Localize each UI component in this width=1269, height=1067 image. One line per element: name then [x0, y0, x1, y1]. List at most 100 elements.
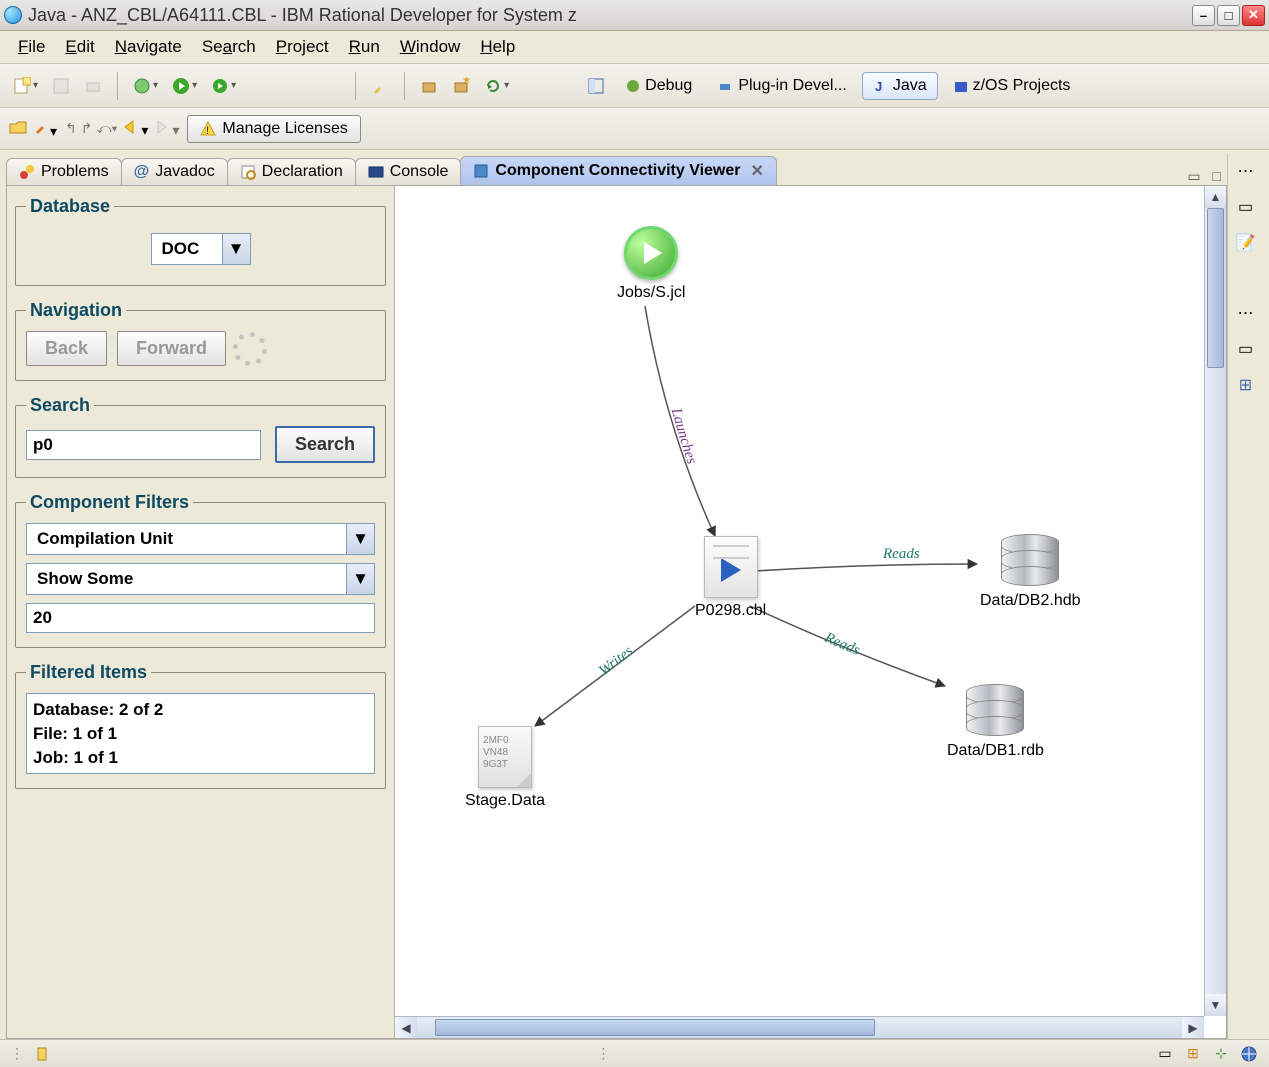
debug-button[interactable]: ▾ — [128, 73, 163, 99]
node-job[interactable]: Jobs/S.jcl — [617, 226, 685, 302]
java-icon: J — [873, 78, 889, 94]
paintbrush-icon[interactable]: ▾ — [32, 118, 57, 140]
database-combo[interactable]: DOC ▼ — [151, 233, 251, 265]
tab-component-viewer[interactable]: Component Connectivity Viewer ✕ — [460, 156, 776, 185]
menu-navigate[interactable]: Navigate — [107, 35, 190, 59]
tab-javadoc[interactable]: @ Javadoc — [121, 158, 228, 185]
search-input[interactable] — [26, 430, 261, 460]
search-legend: Search — [26, 395, 94, 416]
restore-icon[interactable]: ⋯ — [1235, 302, 1257, 324]
svg-text:!: ! — [206, 125, 209, 137]
svg-text:Writes: Writes — [596, 643, 636, 679]
filter-count-input[interactable] — [26, 603, 375, 633]
search-button[interactable]: Search — [275, 426, 375, 463]
perspective-zos[interactable]: z/OS Projects — [942, 72, 1082, 100]
view-tabs: Problems @ Javadoc Declaration Console C… — [6, 154, 1227, 186]
dropdown-icon[interactable]: ▼ — [222, 234, 250, 264]
nav-down-icon[interactable]: ↱ — [81, 120, 93, 137]
dropdown-icon[interactable]: ▼ — [346, 524, 374, 554]
print-button[interactable] — [79, 73, 107, 99]
status-globe-icon[interactable] — [1239, 1044, 1259, 1064]
perspective-debug[interactable]: Debug — [614, 72, 703, 100]
view-minimize-icon[interactable]: ▭ — [1187, 168, 1200, 184]
perspective-plugin[interactable]: Plug-in Devel... — [707, 72, 858, 100]
scroll-right-icon[interactable]: ▶ — [1182, 1017, 1204, 1038]
horizontal-scrollbar[interactable]: ◀ ▶ — [395, 1016, 1204, 1038]
outline-icon[interactable]: ⊞ — [1235, 374, 1257, 396]
filter-type-combo[interactable]: Compilation Unit ▼ — [26, 523, 375, 555]
scroll-left-icon[interactable]: ◀ — [395, 1017, 417, 1038]
vertical-scrollbar[interactable]: ▲ ▼ — [1204, 186, 1226, 1016]
package-star-icon[interactable]: ★ — [447, 73, 475, 99]
filtered-file: File: 1 of 1 — [33, 722, 368, 746]
filter-show-combo[interactable]: Show Some ▼ — [26, 563, 375, 595]
navigation-group: Navigation Back Forward — [15, 300, 386, 381]
dropdown-icon[interactable]: ▼ — [346, 564, 374, 594]
filtered-items-group: Filtered Items Database: 2 of 2 File: 1 … — [15, 662, 386, 789]
node-db2[interactable]: Data/DB2.hdb — [980, 534, 1081, 610]
open-perspective-icon[interactable] — [582, 73, 610, 99]
tab-console[interactable]: Console — [355, 158, 462, 185]
side-panel: Database DOC ▼ Navigation Back Forward — [7, 186, 395, 1038]
minimize-button[interactable]: – — [1192, 5, 1215, 26]
save-button[interactable] — [47, 73, 75, 99]
menu-window[interactable]: Window — [392, 35, 468, 59]
package-icon[interactable] — [415, 73, 443, 99]
zos-icon — [953, 78, 969, 94]
folder-icon[interactable] — [8, 118, 28, 139]
menu-help[interactable]: Help — [472, 35, 523, 59]
maximize-button[interactable]: □ — [1217, 5, 1240, 26]
scroll-thumb[interactable] — [1207, 208, 1224, 368]
scroll-up-icon[interactable]: ▲ — [1205, 186, 1226, 208]
manage-licenses-button[interactable]: ! Manage Licenses — [187, 115, 360, 143]
scroll-down-icon[interactable]: ▼ — [1205, 994, 1226, 1016]
nav-up-icon[interactable]: ↰ — [65, 120, 77, 137]
status-tree-icon[interactable]: ⊞ — [1183, 1044, 1203, 1064]
forward-button[interactable]: Forward — [117, 331, 226, 366]
tab-close-icon[interactable]: ✕ — [751, 161, 764, 181]
toolbar-secondary: ▾ ↰ ↱ ⤺▾ ▾ ▾ ! Manage Licenses — [0, 108, 1269, 150]
forward-arrow-icon[interactable]: ▾ — [152, 119, 179, 139]
back-button[interactable]: Back — [26, 331, 107, 366]
restore-icon[interactable]: ⋯ — [1235, 160, 1257, 182]
menu-search[interactable]: Search — [194, 35, 264, 59]
restore-view-icon[interactable]: ▭ — [1235, 338, 1257, 360]
status-restore-icon[interactable]: ▭ — [1155, 1044, 1175, 1064]
back-arrow-icon[interactable]: ▾ — [121, 119, 148, 139]
editor-icon[interactable]: 📝 — [1235, 232, 1257, 254]
new-button[interactable]: ▾ — [8, 73, 43, 99]
node-stage[interactable]: 2MF0 VN48 9G3T Stage.Data — [465, 726, 545, 810]
node-program[interactable]: P0298.cbl — [695, 536, 766, 620]
navigation-legend: Navigation — [26, 300, 126, 321]
svg-text:Reads: Reads — [821, 629, 862, 659]
tab-problems[interactable]: Problems — [6, 158, 122, 185]
perspective-java[interactable]: J Java — [862, 72, 938, 100]
scroll-thumb[interactable] — [435, 1019, 875, 1036]
filtered-legend: Filtered Items — [26, 662, 151, 683]
run-button[interactable]: ▾ — [167, 73, 202, 99]
menu-run[interactable]: Run — [341, 35, 388, 59]
tab-declaration[interactable]: Declaration — [227, 158, 356, 185]
menu-file[interactable]: File — [10, 35, 53, 59]
app-icon — [4, 6, 22, 24]
plug-icon — [718, 78, 734, 94]
node-db1[interactable]: Data/DB1.rdb — [947, 684, 1044, 760]
menu-bar: File Edit Navigate Search Project Run Wi… — [0, 31, 1269, 64]
close-button[interactable]: ✕ — [1242, 5, 1265, 26]
status-hierarchy-icon[interactable]: ⊹ — [1211, 1044, 1231, 1064]
restore-view-icon[interactable]: ▭ — [1235, 196, 1257, 218]
minimized-views: ⋯ ▭ 📝 ⋯ ▭ ⊞ — [1227, 154, 1263, 1039]
menu-edit[interactable]: Edit — [57, 35, 102, 59]
status-item-icon[interactable] — [32, 1044, 52, 1064]
brush-icon[interactable] — [366, 73, 394, 99]
nav-back-dropdown[interactable]: ⤺▾ — [97, 120, 118, 137]
refresh-icon[interactable]: ▾ — [479, 73, 514, 99]
console-icon — [368, 164, 384, 180]
window-title: Java - ANZ_CBL/A64111.CBL - IBM Rational… — [28, 5, 1192, 26]
view-maximize-icon[interactable]: □ — [1213, 168, 1221, 184]
run-last-button[interactable]: ▾ — [206, 73, 241, 99]
graph-canvas[interactable]: Launches Reads Reads Writes — [395, 186, 1226, 1038]
declaration-icon — [240, 164, 256, 180]
svg-text:J: J — [875, 79, 882, 94]
menu-project[interactable]: Project — [268, 35, 337, 59]
